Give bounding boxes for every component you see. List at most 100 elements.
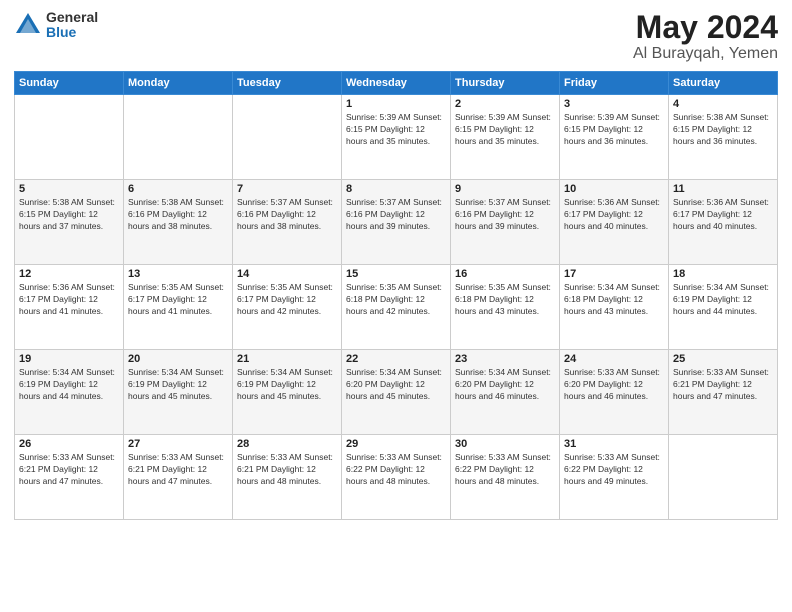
calendar-cell: 21 Sunrise: 5:34 AM Sunset: 6:19 PM Dayli…: [233, 350, 342, 435]
day-number: 9: [455, 183, 555, 195]
calendar-cell: 9 Sunrise: 5:37 AM Sunset: 6:16 PM Daylig…: [451, 180, 560, 265]
calendar-cell: 31 Sunrise: 5:33 AM Sunset: 6:22 PM Dayli…: [560, 435, 669, 520]
calendar-cell: [15, 95, 124, 180]
calendar-cell: 1Sunrise: 5:39 AM Sunset: 6:15 PM Daylig…: [342, 95, 451, 180]
col-saturday: Saturday: [669, 72, 778, 95]
calendar-week-3: 12 Sunrise: 5:36 AM Sunset: 6:17 PM Dayli…: [15, 265, 778, 350]
day-info: Sunrise: 5:36 AM Sunset: 6:17 PM Dayligh…: [564, 197, 664, 233]
day-number: 17: [564, 268, 664, 280]
day-number: 22: [346, 353, 446, 365]
day-number: 18: [673, 268, 773, 280]
day-number: 16: [455, 268, 555, 280]
day-number: 7: [237, 183, 337, 195]
page: General Blue May 2024 Al Burayqah, Yemen…: [0, 0, 792, 612]
logo-icon: [14, 11, 42, 39]
col-wednesday: Wednesday: [342, 72, 451, 95]
day-info: Sunrise: 5:34 AM Sunset: 6:20 PM Dayligh…: [455, 367, 555, 403]
day-number: 26: [19, 438, 119, 450]
day-info: Sunrise: 5:34 AM Sunset: 6:19 PM Dayligh…: [128, 367, 228, 403]
calendar-cell: 8Sunrise: 5:37 AM Sunset: 6:16 PM Daylig…: [342, 180, 451, 265]
calendar-cell: 6 Sunrise: 5:38 AM Sunset: 6:16 PM Daylig…: [124, 180, 233, 265]
calendar-cell: 3 Sunrise: 5:39 AM Sunset: 6:15 PM Daylig…: [560, 95, 669, 180]
calendar-cell: 15 Sunrise: 5:35 AM Sunset: 6:18 PM Dayli…: [342, 265, 451, 350]
day-info: Sunrise: 5:36 AM Sunset: 6:17 PM Dayligh…: [673, 197, 773, 233]
day-number: 28: [237, 438, 337, 450]
day-info: Sunrise: 5:33 AM Sunset: 6:20 PM Dayligh…: [564, 367, 664, 403]
day-number: 8: [346, 183, 446, 195]
title-block: May 2024 Al Burayqah, Yemen: [633, 10, 778, 63]
day-info: Sunrise: 5:38 AM Sunset: 6:16 PM Dayligh…: [128, 197, 228, 233]
col-sunday: Sunday: [15, 72, 124, 95]
day-info: Sunrise: 5:36 AM Sunset: 6:17 PM Dayligh…: [19, 282, 119, 318]
day-number: 25: [673, 353, 773, 365]
weekday-row: Sunday Monday Tuesday Wednesday Thursday…: [15, 72, 778, 95]
day-info: Sunrise: 5:33 AM Sunset: 6:22 PM Dayligh…: [455, 452, 555, 488]
calendar-week-5: 26 Sunrise: 5:33 AM Sunset: 6:21 PM Dayli…: [15, 435, 778, 520]
day-info: Sunrise: 5:35 AM Sunset: 6:18 PM Dayligh…: [346, 282, 446, 318]
title-location: Al Burayqah, Yemen: [633, 45, 778, 63]
calendar-cell: 27Sunrise: 5:33 AM Sunset: 6:21 PM Dayli…: [124, 435, 233, 520]
logo-text: General Blue: [46, 10, 98, 41]
calendar-cell: 22 Sunrise: 5:34 AM Sunset: 6:20 PM Dayli…: [342, 350, 451, 435]
calendar-cell: 19Sunrise: 5:34 AM Sunset: 6:19 PM Dayli…: [15, 350, 124, 435]
day-number: 12: [19, 268, 119, 280]
day-info: Sunrise: 5:33 AM Sunset: 6:22 PM Dayligh…: [564, 452, 664, 488]
day-number: 21: [237, 353, 337, 365]
day-number: 24: [564, 353, 664, 365]
day-number: 5: [19, 183, 119, 195]
calendar-cell: 5 Sunrise: 5:38 AM Sunset: 6:15 PM Daylig…: [15, 180, 124, 265]
day-info: Sunrise: 5:39 AM Sunset: 6:15 PM Dayligh…: [564, 112, 664, 148]
day-info: Sunrise: 5:35 AM Sunset: 6:18 PM Dayligh…: [455, 282, 555, 318]
calendar-cell: 11Sunrise: 5:36 AM Sunset: 6:17 PM Dayli…: [669, 180, 778, 265]
calendar-cell: 28 Sunrise: 5:33 AM Sunset: 6:21 PM Dayli…: [233, 435, 342, 520]
day-info: Sunrise: 5:35 AM Sunset: 6:17 PM Dayligh…: [237, 282, 337, 318]
day-info: Sunrise: 5:33 AM Sunset: 6:21 PM Dayligh…: [237, 452, 337, 488]
day-number: 10: [564, 183, 664, 195]
day-info: Sunrise: 5:37 AM Sunset: 6:16 PM Dayligh…: [455, 197, 555, 233]
calendar-cell: 29Sunrise: 5:33 AM Sunset: 6:22 PM Dayli…: [342, 435, 451, 520]
day-info: Sunrise: 5:34 AM Sunset: 6:19 PM Dayligh…: [237, 367, 337, 403]
day-info: Sunrise: 5:34 AM Sunset: 6:19 PM Dayligh…: [673, 282, 773, 318]
calendar-cell: [669, 435, 778, 520]
calendar-cell: 20 Sunrise: 5:34 AM Sunset: 6:19 PM Dayli…: [124, 350, 233, 435]
col-friday: Friday: [560, 72, 669, 95]
day-info: Sunrise: 5:39 AM Sunset: 6:15 PM Dayligh…: [455, 112, 555, 148]
day-info: Sunrise: 5:33 AM Sunset: 6:22 PM Dayligh…: [346, 452, 446, 488]
day-info: Sunrise: 5:38 AM Sunset: 6:15 PM Dayligh…: [19, 197, 119, 233]
calendar-cell: 13Sunrise: 5:35 AM Sunset: 6:17 PM Dayli…: [124, 265, 233, 350]
calendar-cell: 17Sunrise: 5:34 AM Sunset: 6:18 PM Dayli…: [560, 265, 669, 350]
day-number: 31: [564, 438, 664, 450]
day-info: Sunrise: 5:34 AM Sunset: 6:19 PM Dayligh…: [19, 367, 119, 403]
col-thursday: Thursday: [451, 72, 560, 95]
calendar-week-2: 5 Sunrise: 5:38 AM Sunset: 6:15 PM Daylig…: [15, 180, 778, 265]
day-number: 4: [673, 98, 773, 110]
day-info: Sunrise: 5:39 AM Sunset: 6:15 PM Dayligh…: [346, 112, 446, 148]
calendar-table: Sunday Monday Tuesday Wednesday Thursday…: [14, 71, 778, 520]
day-info: Sunrise: 5:34 AM Sunset: 6:20 PM Dayligh…: [346, 367, 446, 403]
calendar-cell: [124, 95, 233, 180]
calendar-cell: [233, 95, 342, 180]
calendar-cell: 30Sunrise: 5:33 AM Sunset: 6:22 PM Dayli…: [451, 435, 560, 520]
calendar-week-4: 19Sunrise: 5:34 AM Sunset: 6:19 PM Dayli…: [15, 350, 778, 435]
calendar-cell: 23Sunrise: 5:34 AM Sunset: 6:20 PM Dayli…: [451, 350, 560, 435]
calendar-cell: 25Sunrise: 5:33 AM Sunset: 6:21 PM Dayli…: [669, 350, 778, 435]
calendar-cell: 10 Sunrise: 5:36 AM Sunset: 6:17 PM Dayli…: [560, 180, 669, 265]
title-month: May 2024: [633, 10, 778, 45]
day-number: 14: [237, 268, 337, 280]
day-info: Sunrise: 5:33 AM Sunset: 6:21 PM Dayligh…: [19, 452, 119, 488]
calendar-cell: 4Sunrise: 5:38 AM Sunset: 6:15 PM Daylig…: [669, 95, 778, 180]
day-number: 20: [128, 353, 228, 365]
calendar-cell: 12 Sunrise: 5:36 AM Sunset: 6:17 PM Dayli…: [15, 265, 124, 350]
logo: General Blue: [14, 10, 98, 41]
calendar-body: 1Sunrise: 5:39 AM Sunset: 6:15 PM Daylig…: [15, 95, 778, 520]
day-number: 2: [455, 98, 555, 110]
day-number: 3: [564, 98, 664, 110]
calendar-cell: 24 Sunrise: 5:33 AM Sunset: 6:20 PM Dayli…: [560, 350, 669, 435]
logo-general: General: [46, 10, 98, 25]
day-number: 6: [128, 183, 228, 195]
day-number: 15: [346, 268, 446, 280]
day-info: Sunrise: 5:37 AM Sunset: 6:16 PM Dayligh…: [237, 197, 337, 233]
logo-blue: Blue: [46, 25, 98, 40]
calendar-cell: 18 Sunrise: 5:34 AM Sunset: 6:19 PM Dayli…: [669, 265, 778, 350]
calendar-cell: 7 Sunrise: 5:37 AM Sunset: 6:16 PM Daylig…: [233, 180, 342, 265]
